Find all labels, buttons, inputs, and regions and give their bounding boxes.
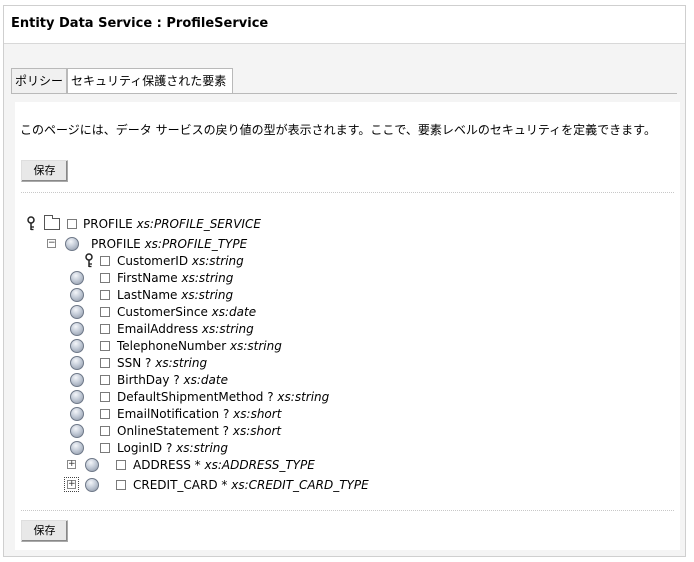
key-icon: [85, 253, 93, 268]
node-ball-icon: [70, 407, 84, 421]
node-name: DefaultShipmentMethod ?: [117, 390, 274, 404]
node-name: PROFILE: [91, 237, 141, 251]
field-checkbox[interactable]: [100, 341, 110, 351]
node-name: EmailAddress: [117, 322, 199, 336]
node-type: xs:short: [232, 424, 282, 438]
field-checkbox[interactable]: [100, 426, 110, 436]
tab-policy[interactable]: ポリシー: [11, 68, 67, 93]
panel-description: このページには、データ サービスの戻り値の型が表示されます。ここで、要素レベルの…: [20, 123, 656, 137]
page-header: Entity Data Service : ProfileService: [4, 6, 685, 44]
save-button-top[interactable]: 保存: [21, 160, 68, 182]
node-label: FirstName xs:string: [117, 270, 233, 287]
page-title: Entity Data Service : ProfileService: [11, 16, 269, 31]
node-label: DefaultShipmentMethod ? xs:string: [117, 389, 329, 406]
node-ball-icon: [70, 322, 84, 336]
node-label: CustomerSince xs:date: [117, 304, 256, 321]
node-type: xs:PROFILE_SERVICE: [136, 217, 261, 231]
expand-icon[interactable]: +: [67, 460, 76, 469]
node-ball-icon: [70, 356, 84, 370]
node-name: SSN ?: [117, 356, 152, 370]
complex-checkbox[interactable]: [116, 480, 126, 490]
field-checkbox[interactable]: [100, 443, 110, 453]
node-name: PROFILE: [83, 217, 133, 231]
node-type: xs:string: [181, 271, 234, 285]
node-name: TelephoneNumber: [117, 339, 227, 353]
node-label: EmailAddress xs:string: [117, 321, 254, 338]
key-icon: [27, 216, 35, 231]
field-checkbox[interactable]: [100, 392, 110, 402]
node-name: CREDIT_CARD *: [133, 478, 228, 492]
node-type: xs:string: [176, 441, 229, 455]
tab-secured-elements[interactable]: セキュリティ保護された要素: [67, 68, 233, 94]
node-name: EmailNotification ?: [117, 407, 230, 421]
node-type: xs:string: [201, 322, 254, 336]
node-ball-icon: [70, 305, 84, 319]
node-type: xs:string: [191, 254, 244, 268]
root-checkbox[interactable]: [67, 219, 77, 229]
node-type: xs:date: [211, 305, 257, 319]
save-button-bottom[interactable]: 保存: [21, 520, 68, 542]
node-ball-icon: [70, 373, 84, 387]
node-label: LastName xs:string: [117, 287, 233, 304]
node-ball-icon: [85, 478, 99, 492]
node-type: xs:PROFILE_TYPE: [144, 237, 248, 251]
node-type: xs:date: [183, 373, 228, 387]
field-checkbox[interactable]: [100, 290, 110, 300]
node-label: PROFILE xs:PROFILE_SERVICE: [83, 216, 261, 233]
node-name: ADDRESS *: [133, 458, 201, 472]
collapse-icon[interactable]: −: [47, 239, 56, 248]
field-checkbox[interactable]: [100, 324, 110, 334]
node-label: BirthDay ? xs:date: [117, 372, 228, 389]
field-checkbox[interactable]: [100, 409, 110, 419]
node-label: CustomerID xs:string: [117, 253, 244, 270]
node-ball-icon: [70, 288, 84, 302]
node-type: xs:string: [229, 339, 282, 353]
node-name: LoginID ?: [117, 441, 173, 455]
node-label: EmailNotification ? xs:short: [117, 406, 281, 423]
node-label: CREDIT_CARD * xs:CREDIT_CARD_TYPE: [133, 477, 369, 494]
node-ball-icon: [70, 424, 84, 438]
node-label: LoginID ? xs:string: [117, 440, 228, 457]
node-label: ADDRESS * xs:ADDRESS_TYPE: [133, 457, 315, 474]
node-name: OnlineStatement ?: [117, 424, 230, 438]
service-window: Entity Data Service : ProfileService ポリシ…: [3, 5, 686, 557]
field-checkbox[interactable]: [100, 375, 110, 385]
node-label: OnlineStatement ? xs:short: [117, 423, 281, 440]
node-ball-icon: [70, 339, 84, 353]
secured-elements-panel: このページには、データ サービスの戻り値の型が表示されます。ここで、要素レベルの…: [15, 102, 680, 550]
node-label: TelephoneNumber xs:string: [117, 338, 282, 355]
node-type: xs:ADDRESS_TYPE: [204, 458, 315, 472]
node-type: xs:string: [155, 356, 208, 370]
node-name: BirthDay ?: [117, 373, 180, 387]
field-checkbox[interactable]: [100, 358, 110, 368]
node-ball-icon: [70, 271, 84, 285]
node-type: xs:string: [181, 288, 234, 302]
expand-icon[interactable]: +: [64, 477, 79, 492]
folder-icon: [44, 215, 60, 230]
node-name: CustomerSince: [117, 305, 208, 319]
node-ball-icon: [65, 237, 79, 251]
node-label: PROFILE xs:PROFILE_TYPE: [91, 236, 247, 253]
node-ball-icon: [85, 458, 99, 472]
field-checkbox[interactable]: [100, 273, 110, 283]
node-type: xs:string: [277, 390, 330, 404]
node-type: xs:short: [233, 407, 282, 421]
field-checkbox[interactable]: [100, 307, 110, 317]
tab-divider: [11, 93, 677, 94]
node-name: FirstName: [117, 271, 178, 285]
field-checkbox[interactable]: [100, 256, 110, 266]
node-ball-icon: [70, 441, 84, 455]
node-label: SSN ? xs:string: [117, 355, 207, 372]
node-ball-icon: [70, 390, 84, 404]
node-type: xs:CREDIT_CARD_TYPE: [231, 478, 369, 492]
divider-top: [21, 192, 674, 193]
node-name: LastName: [117, 288, 178, 302]
divider-bottom: [21, 510, 674, 511]
complex-checkbox[interactable]: [116, 460, 126, 470]
node-name: CustomerID: [117, 254, 189, 268]
